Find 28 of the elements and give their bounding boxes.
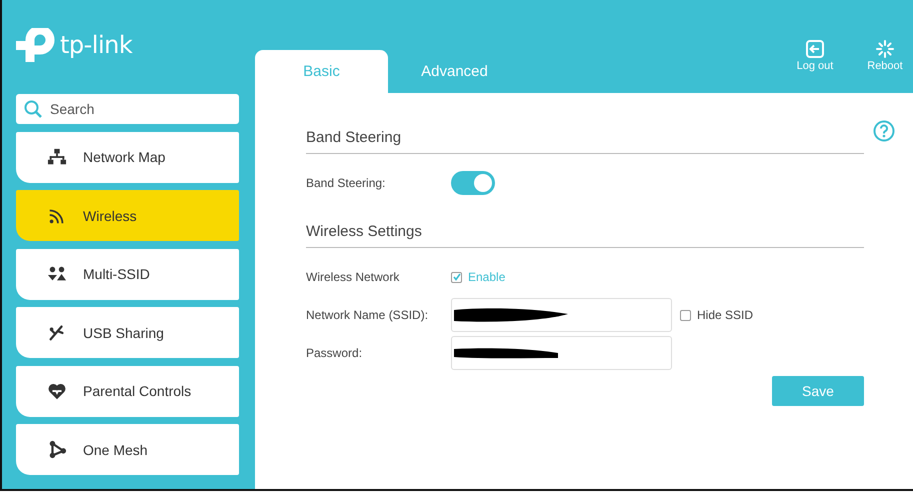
logout-icon — [806, 40, 824, 58]
toggle-switch[interactable] — [451, 171, 495, 195]
hide-ssid-checkbox[interactable]: Hide SSID — [680, 308, 754, 322]
logo-icon — [16, 28, 56, 62]
search-icon — [24, 100, 42, 118]
input-field[interactable] — [451, 336, 672, 370]
heart-icon — [47, 382, 67, 400]
network-icon — [47, 148, 67, 166]
nav-item[interactable]: USB Sharing — [16, 307, 239, 358]
section-title: Wireless Settings — [306, 216, 864, 248]
nav-item[interactable]: Wireless — [16, 190, 239, 241]
field-label: Band Steering: — [306, 176, 386, 190]
help-icon — [873, 120, 895, 142]
loading-icon — [876, 40, 894, 58]
nav-item[interactable]: Multi-SSID — [16, 248, 239, 300]
field-label: Password: — [306, 346, 364, 360]
search-field[interactable]: Search — [16, 94, 239, 124]
mesh-icon — [47, 440, 67, 459]
logo-text: tp-link — [60, 31, 132, 59]
nav-item[interactable]: Parental Controls — [16, 366, 239, 416]
users-icon — [47, 264, 67, 284]
field-label: Wireless Network — [306, 270, 400, 284]
nav-item[interactable]: One Mesh — [16, 424, 239, 475]
check-icon — [452, 273, 460, 281]
nav-item[interactable]: Network Map — [16, 132, 239, 182]
input-field[interactable] — [451, 298, 672, 332]
field-label: Network Name (SSID): — [306, 308, 430, 322]
section-title: Band Steering — [306, 122, 864, 154]
